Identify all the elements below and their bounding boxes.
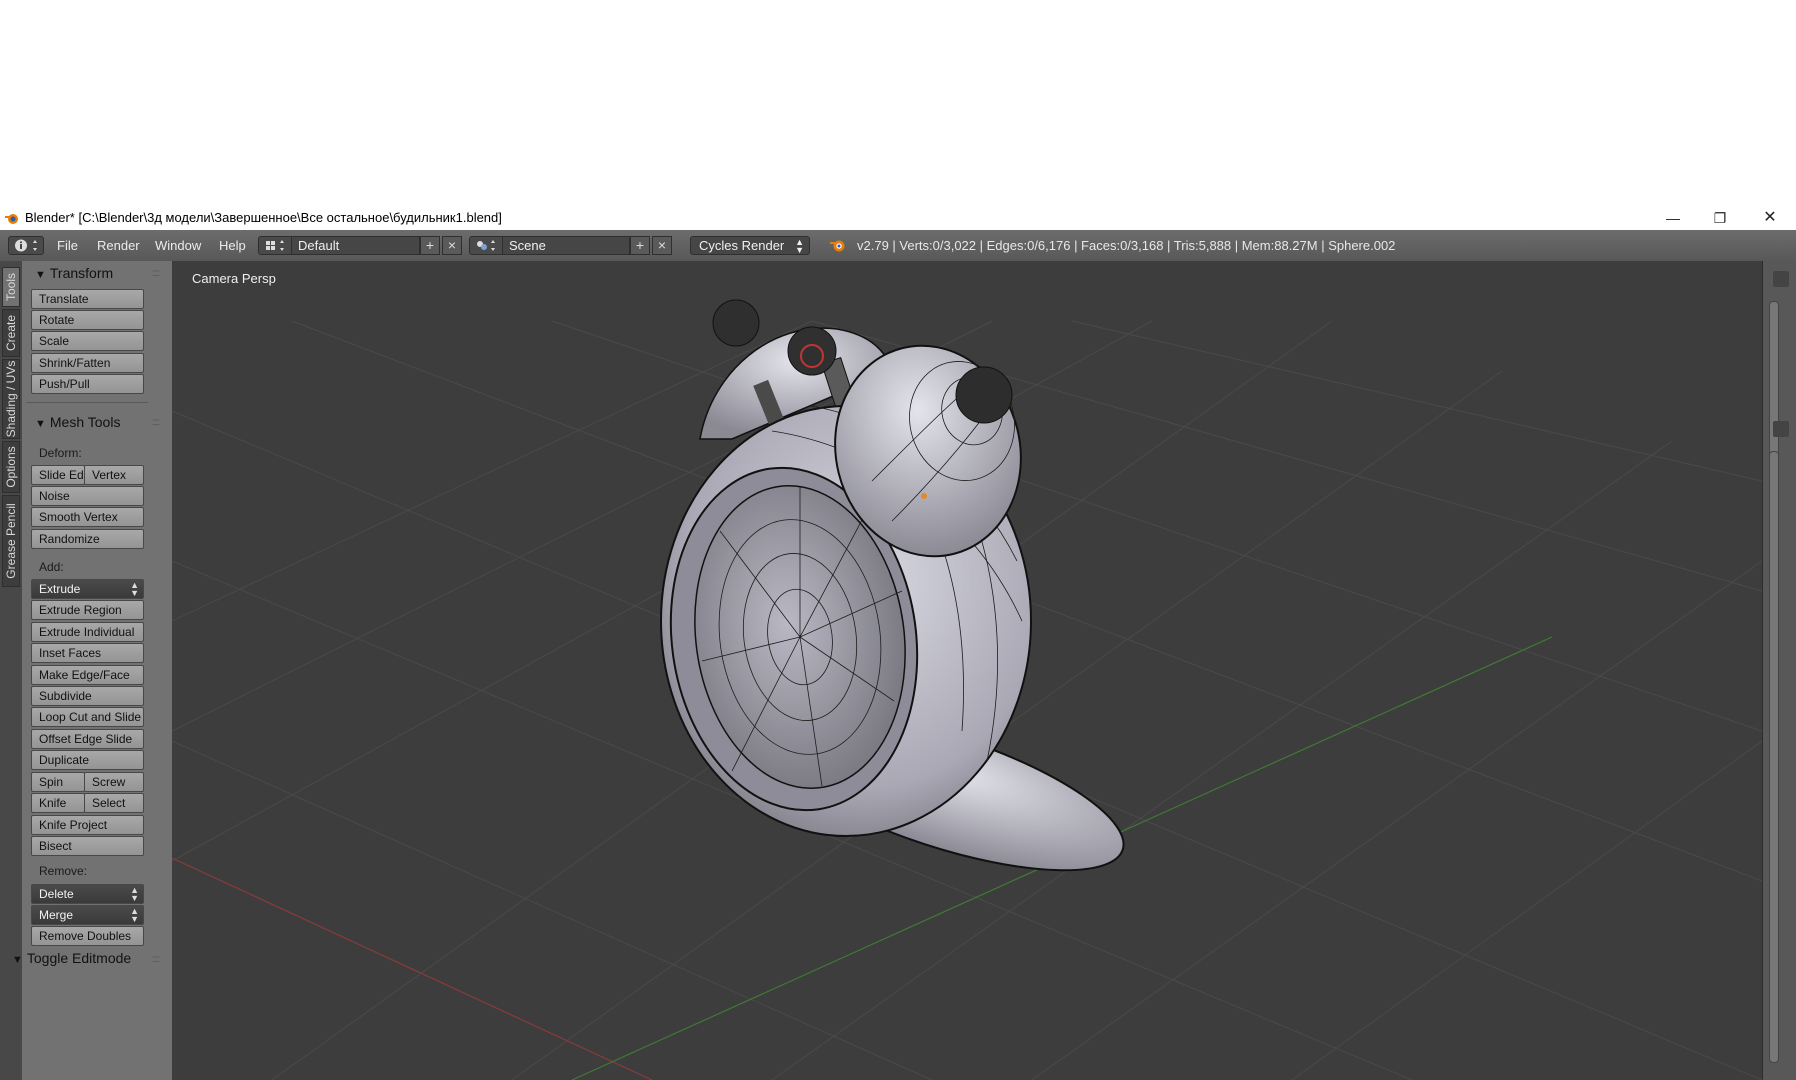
window-titlebar: Blender* [C:\Blender\3д модели\Завершенн… (0, 206, 1796, 230)
toggle-editmode-panel-header[interactable]: ▼ Toggle Editmode (12, 950, 131, 966)
blender-version-icon (830, 240, 845, 252)
tab-create-label: Create (4, 314, 18, 352)
rotate-button[interactable]: Rotate (31, 310, 144, 330)
add-label: Add: (39, 560, 64, 574)
tab-shading-uvs-label: Shading / UVs (4, 360, 18, 438)
tab-options-label: Options (4, 446, 18, 488)
remove-layout-icon[interactable]: × (442, 236, 462, 255)
dropdown-arrows-icon: ▲ ▼ (130, 580, 139, 598)
collapse-triangle-icon: ▼ (35, 418, 46, 430)
toggle-editmode-panel-title: Toggle Editmode (26, 950, 132, 966)
collapse-triangle-icon: ▼ (35, 269, 46, 281)
add-layout-icon[interactable]: + (420, 236, 440, 255)
push-pull-button[interactable]: Push/Pull (31, 374, 144, 394)
viewport-scene (172, 299, 1762, 1080)
tab-options[interactable]: Options (2, 441, 20, 493)
tab-grease-pencil-label: Grease Pencil (4, 503, 18, 579)
extrude-dropdown-label: Extrude (39, 582, 81, 596)
screw-button[interactable]: Screw (84, 772, 144, 792)
merge-dropdown-label: Merge (39, 908, 74, 922)
info-icon (15, 239, 37, 252)
screen-layout-field[interactable]: Default (291, 236, 420, 255)
alarm-clock-mesh[interactable] (649, 299, 1140, 903)
dropdown-arrows-icon: ▲ ▼ (795, 237, 804, 255)
translate-button[interactable]: Translate (31, 289, 144, 309)
make-edge-face-button[interactable]: Make Edge/Face (31, 665, 144, 685)
menu-render[interactable]: Render (97, 238, 140, 253)
shrink-fatten-button[interactable]: Shrink/Fatten (31, 353, 144, 373)
collapse-triangle-icon: ▼ (12, 954, 23, 966)
menu-file[interactable]: File (57, 238, 78, 253)
slide-edge-button[interactable]: Slide Ed (31, 465, 85, 485)
scale-button[interactable]: Scale (31, 331, 144, 351)
noise-button[interactable]: Noise (31, 486, 144, 506)
randomize-button[interactable]: Randomize (31, 529, 144, 549)
bisect-button[interactable]: Bisect (31, 836, 144, 856)
layout-grid-icon (266, 240, 284, 251)
screen-layout-selector[interactable] (258, 236, 292, 255)
panel-divider (26, 402, 148, 403)
tab-tools-label: Tools (4, 272, 18, 302)
minimize-icon[interactable]: — (1650, 206, 1696, 230)
drag-grip-icon[interactable]: :::: (152, 954, 160, 965)
blender-logo-icon (5, 214, 18, 224)
extrude-individual-button[interactable]: Extrude Individual (31, 622, 144, 642)
properties-icon[interactable] (1773, 421, 1789, 437)
x-axis-line (172, 857, 653, 1080)
extrude-region-button[interactable]: Extrude Region (31, 600, 144, 620)
dropdown-arrows-icon: ▲ ▼ (130, 906, 139, 924)
window-title: Blender* [C:\Blender\3д модели\Завершенн… (25, 210, 502, 225)
scene-icon (477, 240, 495, 251)
viewport-mode-label: Camera Persp (192, 271, 276, 286)
3d-viewport[interactable]: Camera Persp (172, 261, 1762, 1080)
offset-edge-slide-button[interactable]: Offset Edge Slide (31, 729, 144, 749)
smooth-vertex-button[interactable]: Smooth Vertex (31, 507, 144, 527)
duplicate-button[interactable]: Duplicate (31, 750, 144, 770)
remove-label: Remove: (39, 864, 88, 878)
tab-create[interactable]: Create (2, 309, 20, 357)
info-header: File Render Window Help Default + × Scen… (0, 230, 1796, 262)
drag-grip-icon[interactable]: :::: (152, 417, 160, 428)
knife-project-button[interactable]: Knife Project (31, 815, 144, 835)
tab-grease-pencil[interactable]: Grease Pencil (2, 495, 20, 587)
menu-window[interactable]: Window (155, 238, 201, 253)
outliner-icon[interactable] (1773, 271, 1789, 287)
menu-help[interactable]: Help (219, 238, 246, 253)
tab-shading-uvs[interactable]: Shading / UVs (2, 359, 20, 439)
extrude-dropdown[interactable]: Extrude ▲ ▼ (31, 579, 144, 599)
scene-statistics: v2.79 | Verts:0/3,022 | Edges:0/6,176 | … (857, 238, 1396, 253)
knife-select-button[interactable]: Select (84, 793, 144, 813)
dropdown-arrows-icon: ▲ ▼ (130, 885, 139, 903)
transform-panel-header[interactable]: ▼ Transform (35, 265, 113, 281)
deform-label: Deform: (39, 446, 82, 460)
mesh-tools-panel-title: Mesh Tools (49, 414, 121, 430)
delete-dropdown[interactable]: Delete ▲ ▼ (31, 884, 144, 904)
render-engine-dropdown[interactable]: Cycles Render ▲ ▼ (690, 236, 810, 255)
scene-field[interactable]: Scene (502, 236, 630, 255)
inset-faces-button[interactable]: Inset Faces (31, 643, 144, 663)
properties-scrollbar[interactable] (1769, 451, 1779, 1063)
drag-grip-icon[interactable]: :::: (152, 268, 160, 279)
add-scene-icon[interactable]: + (630, 236, 650, 255)
tab-tools[interactable]: Tools (2, 267, 20, 307)
transform-panel-title: Transform (49, 265, 114, 281)
vertex-slide-button[interactable]: Vertex (84, 465, 144, 485)
spin-button[interactable]: Spin (31, 772, 85, 792)
tool-shelf: ▼ Transform :::: Translate Rotate Scale S… (12, 261, 185, 1080)
loop-cut-slide-button[interactable]: Loop Cut and Slide (31, 707, 144, 727)
merge-dropdown[interactable]: Merge ▲ ▼ (31, 905, 144, 925)
editor-type-selector[interactable] (8, 236, 44, 255)
scene-selector[interactable] (469, 236, 503, 255)
close-icon[interactable]: ✕ (1747, 206, 1793, 230)
remove-scene-icon[interactable]: × (652, 236, 672, 255)
knife-button[interactable]: Knife (31, 793, 85, 813)
blender-app: File Render Window Help Default + × Scen… (0, 230, 1796, 1080)
properties-edge-panel (1762, 261, 1796, 1080)
subdivide-button[interactable]: Subdivide (31, 686, 144, 706)
mesh-tools-panel-header[interactable]: ▼ Mesh Tools (35, 414, 120, 430)
delete-dropdown-label: Delete (39, 887, 74, 901)
remove-doubles-button[interactable]: Remove Doubles (31, 926, 144, 946)
restore-icon[interactable]: ❐ (1697, 206, 1743, 230)
render-engine-value: Cycles Render (699, 238, 785, 253)
